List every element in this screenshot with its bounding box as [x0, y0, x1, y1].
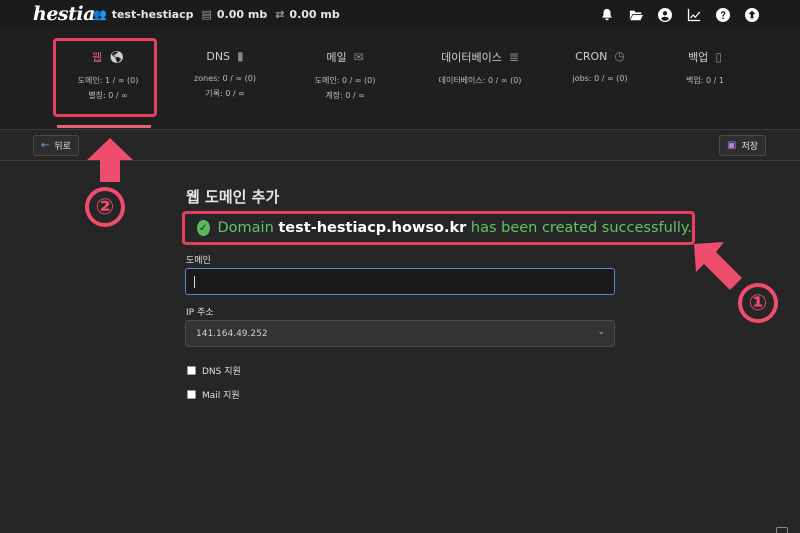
hard-drive-icon: ▤	[201, 8, 212, 21]
tab-stat: 기록: 0 / ∞	[205, 89, 245, 98]
ip-address-label: IP 주소	[186, 308, 214, 318]
tab-stat: zones: 0 / ∞ (0)	[194, 74, 256, 83]
tab-stat: 도메인: 0 / ∞ (0)	[314, 76, 376, 85]
tab-stat: 백업: 0 / 1	[686, 76, 724, 85]
chevron-down-icon: ⌄	[597, 327, 605, 337]
chart-line-icon[interactable]	[686, 7, 702, 23]
folder-open-icon[interactable]	[628, 7, 644, 23]
tab-stat: 계정: 0 / ∞	[325, 91, 365, 100]
back-button-label: 뒤로	[54, 142, 71, 152]
logout-icon[interactable]	[744, 7, 760, 23]
dns-support-checkbox[interactable]: DNS 지원	[187, 364, 241, 377]
annotation-highlight-box	[53, 38, 157, 117]
user-circle-icon[interactable]	[657, 7, 673, 23]
save-button-label: 저장	[741, 142, 758, 152]
ip-address-value: 141.164.49.252	[196, 328, 268, 339]
arrow-left-icon: ←	[41, 140, 50, 151]
username[interactable]: test-hestiacp	[112, 8, 194, 21]
dns-support-label: DNS 지원	[202, 367, 241, 377]
alert-message: Domain test-hestiacp.howso.kr has been c…	[218, 220, 693, 236]
tab-label: 메일	[326, 51, 347, 64]
checkbox-box[interactable]	[187, 390, 196, 399]
mail-support-checkbox[interactable]: Mail 지원	[187, 388, 240, 401]
tab-label: CRON	[575, 49, 608, 63]
window-corner-icon	[776, 527, 788, 533]
alert-suffix: has been created successfully.	[466, 220, 692, 236]
annotation-arrow-up	[87, 138, 133, 182]
domain-input[interactable]	[185, 268, 615, 295]
active-tab-indicator	[57, 125, 151, 128]
transfer-icon: ⇄	[275, 8, 285, 21]
success-alert: ✓ Domain test-hestiacp.howso.kr has been…	[182, 211, 695, 245]
checkbox-box[interactable]	[187, 366, 196, 375]
alert-prefix: Domain	[217, 220, 279, 236]
tab-backups[interactable]: 백업 ▯ 백업: 0 / 1	[670, 49, 740, 88]
tab-stat: 데이터베이스: 0 / ∞ (0)	[438, 76, 522, 85]
clock-icon: ◷	[614, 49, 625, 63]
domain-label: 도메인	[186, 256, 211, 266]
alert-domain-link[interactable]: test-hestiacp.howso.kr	[278, 220, 466, 236]
annotation-marker-2: ②	[85, 187, 125, 227]
help-icon[interactable]	[715, 7, 731, 23]
tab-dns[interactable]: DNS ▮ zones: 0 / ∞ (0) 기록: 0 / ∞	[180, 49, 270, 101]
check-circle-icon: ✓	[197, 220, 210, 236]
annotation-arrow-diagonal	[694, 242, 742, 290]
tab-label: 백업	[688, 51, 709, 64]
book-icon: ▮	[237, 49, 244, 63]
ip-address-select[interactable]: 141.164.49.252 ⌄	[185, 320, 615, 347]
bell-icon[interactable]	[599, 7, 615, 23]
mail-bulk-icon: ✉	[353, 50, 364, 64]
file-icon: ▯	[715, 50, 722, 64]
annotation-marker-1: ①	[738, 283, 778, 323]
hestia-logo[interactable]: hestia	[33, 3, 95, 25]
tab-mail[interactable]: 메일 ✉ 도메인: 0 / ∞ (0) 계정: 0 / ∞	[300, 49, 390, 103]
floppy-disk-icon: ▣	[726, 140, 737, 151]
tab-stat: jobs: 0 / ∞ (0)	[572, 74, 628, 83]
save-button[interactable]: ▣ 저장	[718, 135, 766, 156]
disk-usage: 0.00 mb	[216, 8, 268, 21]
user-icon: 👥	[93, 8, 107, 21]
tab-label: DNS	[206, 49, 231, 63]
top-bar: hestia 👥 test-hestiacp ▤ 0.00 mb ⇄ 0.00 …	[0, 0, 800, 29]
text-caret	[194, 276, 195, 288]
tab-cron[interactable]: CRON ◷ jobs: 0 / ∞ (0)	[560, 49, 640, 86]
account-info: 👥 test-hestiacp ▤ 0.00 mb ⇄ 0.00 mb	[93, 0, 340, 29]
bandwidth-usage: 0.00 mb	[289, 8, 340, 21]
mail-support-label: Mail 지원	[202, 391, 240, 401]
back-button[interactable]: ← 뒤로	[33, 135, 79, 156]
page-title: 웹 도메인 추가	[186, 188, 280, 206]
database-icon: ≣	[508, 50, 519, 64]
tab-label: 데이터베이스	[441, 51, 502, 64]
tab-databases[interactable]: 데이터베이스 ≣ 데이터베이스: 0 / ∞ (0)	[425, 49, 535, 88]
